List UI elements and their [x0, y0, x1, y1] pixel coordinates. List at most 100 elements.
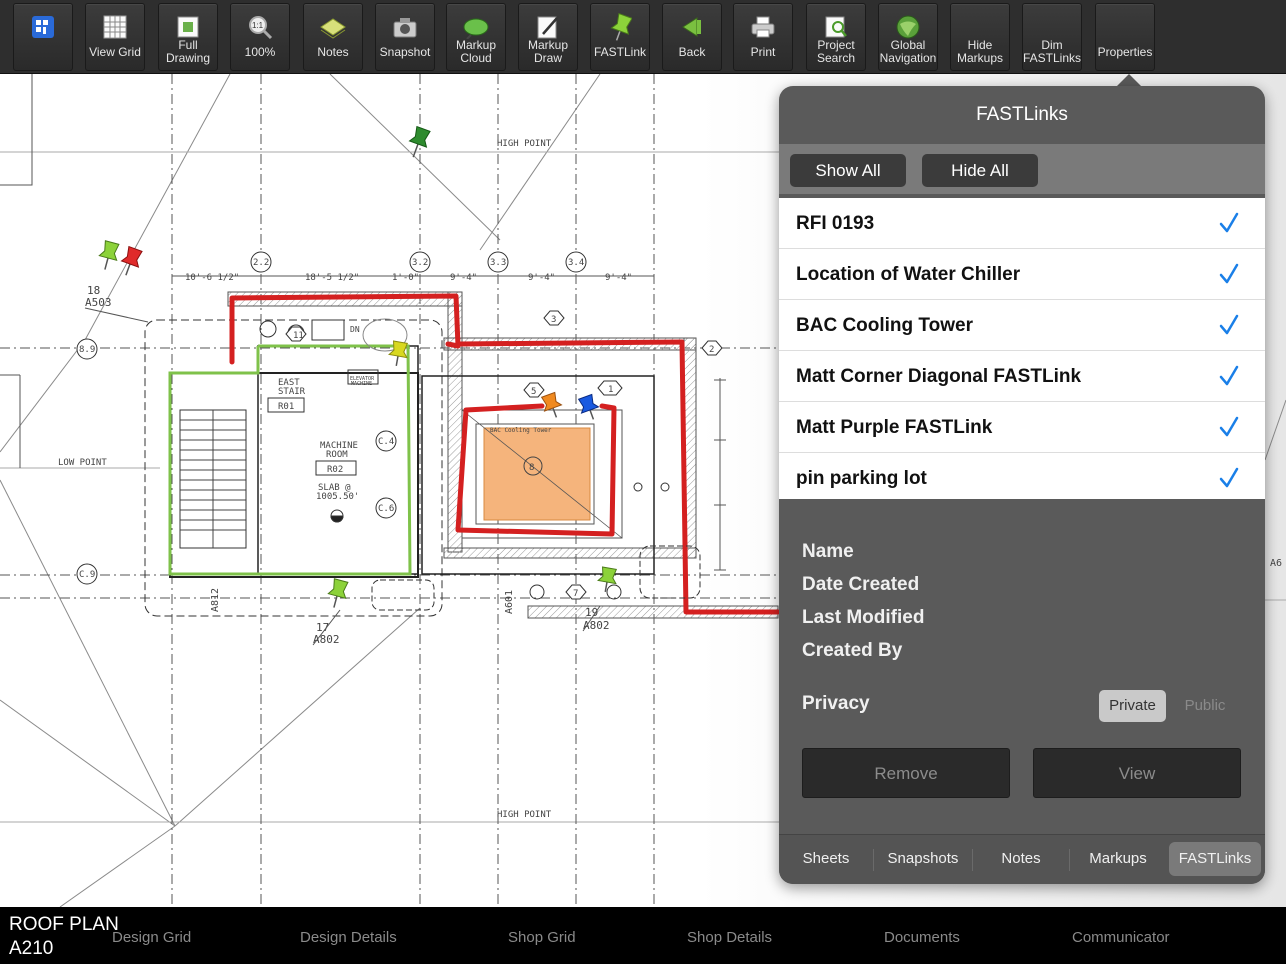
- a6-edge-label: A6: [1270, 558, 1282, 569]
- privacy-private-option[interactable]: Private: [1099, 690, 1166, 722]
- tab-separator: [972, 849, 973, 871]
- properties-label: Properties: [1097, 45, 1153, 59]
- property-name-label: Name: [802, 541, 854, 562]
- checkmark-icon: [1219, 314, 1239, 335]
- svg-text:2: 2: [709, 345, 714, 355]
- east-stair-label-2: STAIR: [278, 387, 306, 397]
- back-button[interactable]: Back: [662, 3, 722, 71]
- nav-documents[interactable]: Documents: [884, 929, 960, 946]
- checkmark-icon: [1219, 263, 1239, 284]
- tab-separator: [1069, 849, 1070, 871]
- tab-separator: [873, 849, 874, 871]
- tab-snapshots[interactable]: Snapshots: [877, 842, 969, 876]
- tab-fastlinks[interactable]: FASTLinks: [1169, 842, 1261, 876]
- list-item[interactable]: Matt Corner Diagonal FASTLink: [779, 351, 1265, 402]
- nav-communicator[interactable]: Communicator: [1072, 929, 1170, 946]
- list-item[interactable]: pin parking lot: [779, 453, 1265, 504]
- project-search-button[interactable]: Project Search: [806, 3, 866, 71]
- nav-shop-grid[interactable]: Shop Grid: [508, 929, 576, 946]
- hide-all-button[interactable]: Hide All: [922, 154, 1038, 187]
- nav-shop-details[interactable]: Shop Details: [687, 929, 772, 946]
- tab-sheets[interactable]: Sheets: [783, 842, 869, 876]
- list-item[interactable]: BAC Cooling Tower: [779, 300, 1265, 351]
- remove-button[interactable]: Remove: [802, 748, 1010, 798]
- fastlink-item-label: pin parking lot: [796, 468, 927, 489]
- dimension-5: 9'-4": [605, 273, 632, 283]
- grid-bubble-c-4: C.4: [378, 437, 394, 447]
- fastlink-pin-green-top: [408, 125, 431, 158]
- zoom-100-button[interactable]: 1:1 100%: [230, 3, 290, 71]
- notes-button[interactable]: Notes: [303, 3, 363, 71]
- hide-markups-label: Hide Markups: [956, 38, 1003, 65]
- tab-notes[interactable]: Notes: [975, 842, 1067, 876]
- app-menu-button[interactable]: [13, 3, 73, 71]
- tab-markups[interactable]: Markups: [1072, 842, 1164, 876]
- low-point-label: LOW POINT: [58, 458, 107, 468]
- checkmark-icon: [1219, 212, 1239, 233]
- grid-bubble-c-6: C.6: [378, 504, 394, 514]
- grid-icon: [86, 12, 144, 42]
- camera-icon: [376, 12, 434, 42]
- a601-label: A601: [504, 590, 515, 614]
- fastlink-item-label: BAC Cooling Tower: [796, 315, 973, 336]
- zoom-100-icon: 1:1: [231, 12, 289, 42]
- dimension-3: 9'-4": [450, 273, 477, 283]
- svg-text:3: 3: [551, 315, 556, 325]
- fastlink-label: FASTLink: [593, 45, 647, 59]
- markup-draw-button[interactable]: Markup Draw: [518, 3, 578, 71]
- view-button[interactable]: View: [1033, 748, 1241, 798]
- list-item[interactable]: Location of Water Chiller: [779, 249, 1265, 300]
- sheet-number: A210: [9, 938, 54, 959]
- property-last-modified-label: Last Modified: [802, 607, 925, 628]
- show-all-button[interactable]: Show All: [790, 154, 906, 187]
- high-point-label-bottom: HIGH POINT: [497, 810, 552, 820]
- fastlink-item-label: Matt Corner Diagonal FASTLink: [796, 366, 1082, 387]
- toolbar: View Grid Full Drawing 1:1 100% Notes Sn…: [0, 0, 1286, 74]
- svg-text:1: 1: [608, 385, 613, 395]
- ref-19-number: 19: [585, 606, 598, 619]
- print-button[interactable]: Print: [733, 3, 793, 71]
- list-item[interactable]: RFI 0193: [779, 198, 1265, 249]
- snapshot-label: Snapshot: [379, 45, 431, 59]
- checkmark-icon: [1219, 467, 1239, 488]
- project-search-label: Project Search: [816, 38, 856, 65]
- snapshot-button[interactable]: Snapshot: [375, 3, 435, 71]
- back-label: Back: [678, 45, 706, 59]
- grid-bubble-3-3: 3.3: [490, 258, 506, 268]
- sheet-name: ROOF PLAN: [9, 914, 119, 935]
- bottom-bar: ROOF PLAN A210 Design Grid Design Detail…: [0, 907, 1286, 964]
- dimension-4: 9'-4": [528, 273, 555, 283]
- fastlink-button[interactable]: FASTLink: [590, 3, 650, 71]
- nav-design-details[interactable]: Design Details: [300, 929, 397, 946]
- fastlink-item-label: Location of Water Chiller: [796, 264, 1021, 285]
- view-grid-button[interactable]: View Grid: [85, 3, 145, 71]
- global-navigation-label: Global Navigation: [879, 38, 937, 65]
- fastlink-pin-lime-left: [98, 240, 120, 270]
- property-privacy-label: Privacy: [802, 693, 870, 714]
- machine-room-label-2: ROOM: [326, 450, 348, 460]
- checkmark-icon: [1219, 416, 1239, 437]
- dim-fastlinks-button[interactable]: Dim FASTLinks: [1022, 3, 1082, 71]
- global-navigation-button[interactable]: Global Navigation: [878, 3, 938, 71]
- bac-cooling-tower-label: BAC Cooling Tower: [490, 427, 552, 434]
- fastlink-pushpins: [98, 125, 618, 608]
- pushpin-icon: [591, 12, 649, 42]
- privacy-public-option[interactable]: Public: [1174, 690, 1236, 722]
- grid-bubble-8-9: 8.9: [79, 345, 95, 355]
- svg-text:8: 8: [529, 463, 534, 473]
- notes-label: Notes: [317, 45, 349, 59]
- hide-markups-button[interactable]: Hide Markups: [950, 3, 1010, 71]
- fastlink-item-label: RFI 0193: [796, 213, 875, 234]
- full-drawing-label: Full Drawing: [165, 38, 210, 65]
- svg-text:5: 5: [531, 387, 536, 397]
- fastlink-pin-lime-bottom: [327, 578, 349, 608]
- markup-cloud-button[interactable]: Markup Cloud: [446, 3, 506, 71]
- properties-button[interactable]: Properties: [1095, 3, 1155, 71]
- app-menu-icon: [14, 12, 72, 42]
- view-grid-label: View Grid: [89, 45, 141, 59]
- grid-bubble-2-2: 2.2: [253, 258, 269, 268]
- zoom-100-label: 100%: [244, 45, 276, 59]
- list-item[interactable]: Matt Purple FASTLink: [779, 402, 1265, 453]
- full-drawing-button[interactable]: Full Drawing: [158, 3, 218, 71]
- nav-design-grid[interactable]: Design Grid: [112, 929, 191, 946]
